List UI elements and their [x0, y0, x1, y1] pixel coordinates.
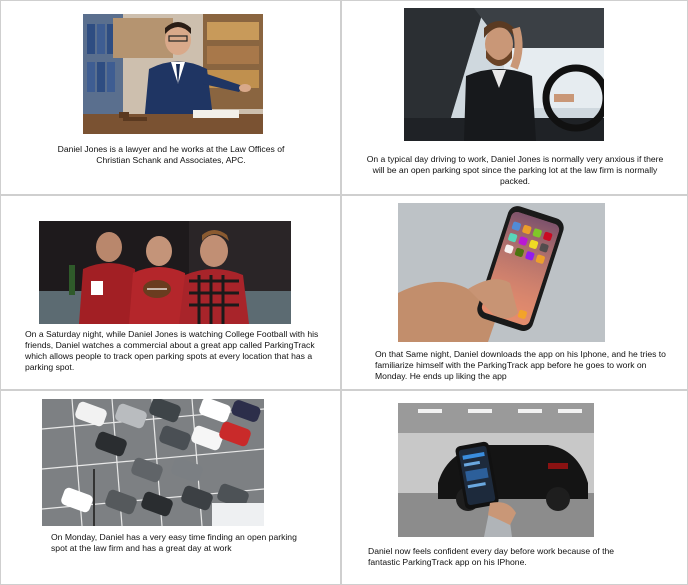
panel-3-caption: On a Saturday night, while Daniel Jones …	[25, 329, 319, 372]
panel-5: On Monday, Daniel has a very easy time f…	[0, 390, 341, 585]
panel-6-caption: Daniel now feels confident every day bef…	[368, 546, 615, 567]
friends-watching-football-photo	[39, 221, 291, 324]
panel-6: Daniel now feels confident every day bef…	[341, 390, 688, 585]
panel-2: On a typical day driving to work, Daniel…	[341, 0, 688, 195]
parking-lot-aerial-photo	[42, 399, 264, 526]
panel-3: On a Saturday night, while Daniel Jones …	[0, 195, 341, 390]
hand-holding-iphone-photo	[398, 203, 605, 342]
storyboard-grid: Daniel Jones is a lawyer and he works at…	[0, 0, 688, 585]
panel-1: Daniel Jones is a lawyer and he works at…	[0, 0, 341, 195]
panel-5-caption: On Monday, Daniel has a very easy time f…	[51, 532, 297, 553]
panel-4: On that Same night, Daniel downloads the…	[341, 195, 688, 390]
lawyer-at-desk-photo	[83, 14, 263, 134]
panel-2-caption: On a typical day driving to work, Daniel…	[366, 154, 664, 186]
man-driving-car-photo	[404, 8, 604, 141]
panel-4-caption: On that Same night, Daniel downloads the…	[375, 349, 666, 381]
panel-1-caption: Daniel Jones is a lawyer and he works at…	[57, 144, 285, 165]
phone-in-garage-photo	[398, 403, 594, 537]
